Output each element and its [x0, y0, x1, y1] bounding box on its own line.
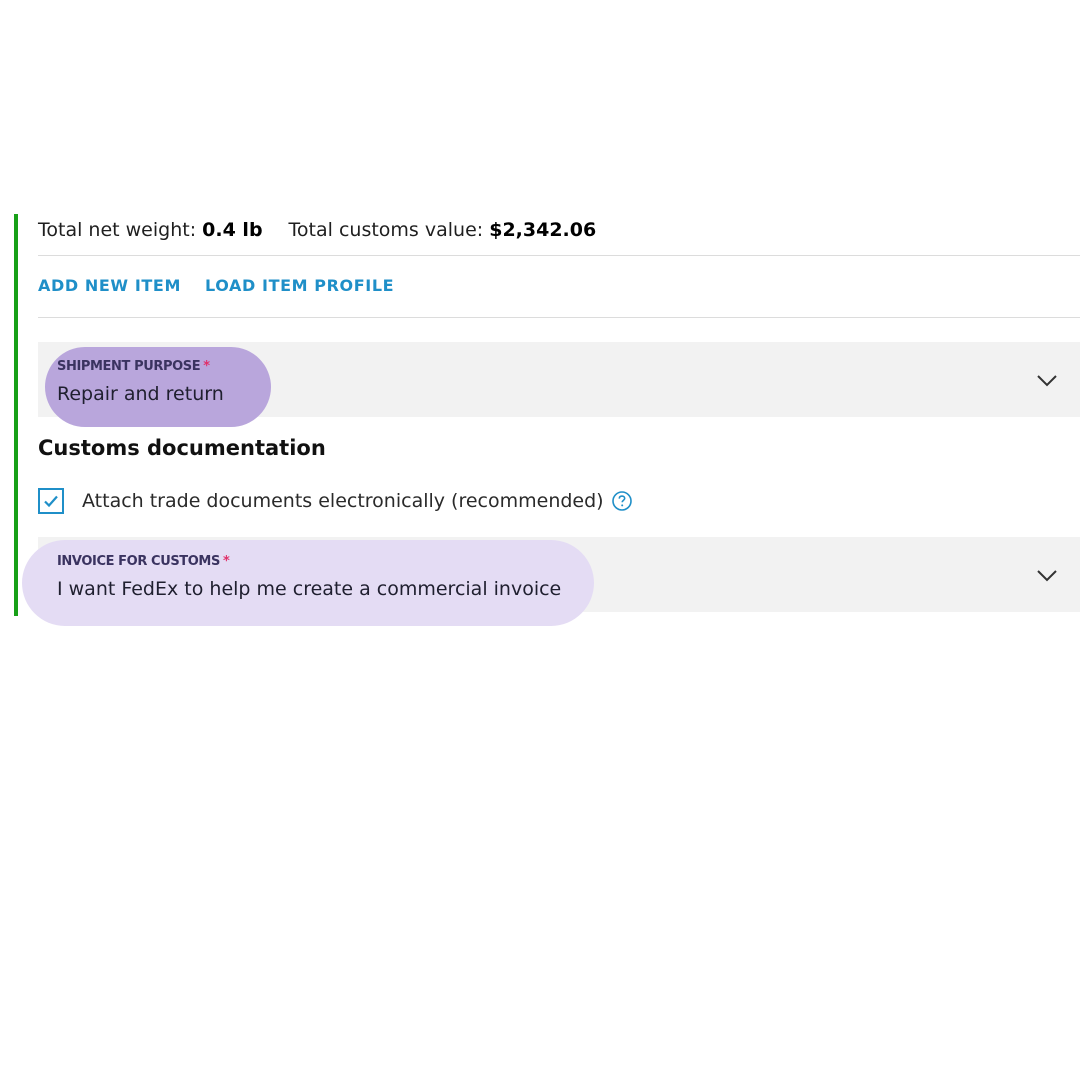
required-asterisk: * — [222, 554, 230, 569]
section-accent-bar — [14, 214, 18, 616]
customs-value-label: Total customs value: — [288, 219, 484, 241]
attach-documents-label: Attach trade documents electronically (r… — [82, 490, 604, 512]
chevron-down-icon[interactable] — [1036, 564, 1058, 586]
chevron-down-icon[interactable] — [1036, 369, 1058, 391]
attach-documents-checkbox[interactable] — [38, 488, 64, 514]
help-circle-icon[interactable] — [611, 491, 632, 511]
checkmark-icon — [44, 495, 58, 508]
net-weight-label: Total net weight: — [38, 219, 197, 241]
attach-documents-row: Attach trade documents electronically (r… — [38, 486, 632, 516]
required-asterisk: * — [203, 359, 210, 374]
divider — [38, 317, 1080, 318]
invoice-for-customs-label: INVOICE FOR CUSTOMS * — [57, 554, 230, 569]
customs-panel: Total net weight: 0.4 lb Total customs v… — [14, 214, 1080, 626]
shipment-purpose-value: Repair and return — [57, 383, 224, 405]
load-item-profile-link[interactable]: LOAD ITEM PROFILE — [205, 276, 394, 295]
shipment-purpose-label: SHIPMENT PURPOSE * — [57, 359, 210, 374]
shipment-purpose-dropdown[interactable]: SHIPMENT PURPOSE * Repair and return — [38, 342, 1080, 427]
net-weight-value: 0.4 lb — [202, 219, 263, 241]
customs-documentation-heading: Customs documentation — [38, 436, 326, 460]
divider — [38, 255, 1080, 256]
add-new-item-link[interactable]: ADD NEW ITEM — [38, 276, 181, 295]
item-actions: ADD NEW ITEM LOAD ITEM PROFILE — [38, 276, 394, 295]
customs-value-value: $2,342.06 — [489, 219, 597, 241]
invoice-for-customs-value: I want FedEx to help me create a commerc… — [57, 578, 562, 600]
totals-row: Total net weight: 0.4 lb Total customs v… — [38, 218, 596, 242]
invoice-for-customs-dropdown[interactable]: INVOICE FOR CUSTOMS * I want FedEx to hel… — [22, 537, 1080, 626]
